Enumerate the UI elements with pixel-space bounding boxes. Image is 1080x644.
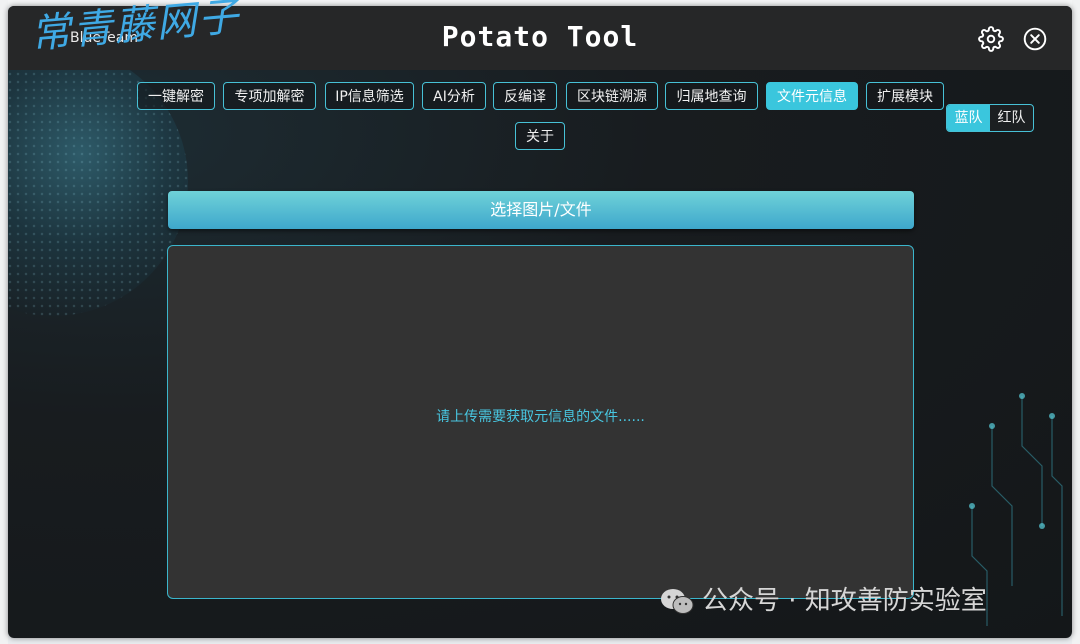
tab-ip-filter[interactable]: IP信息筛选 bbox=[325, 82, 414, 110]
tab-about[interactable]: 关于 bbox=[515, 122, 565, 150]
blue-team-button[interactable]: 蓝队 bbox=[947, 105, 990, 131]
team-toggle: 蓝队 红队 bbox=[946, 104, 1034, 132]
tab-one-click-decrypt[interactable]: 一键解密 bbox=[137, 82, 215, 110]
tab-special-crypto[interactable]: 专项加解密 bbox=[223, 82, 316, 110]
tab-blockchain-trace[interactable]: 区块链溯源 bbox=[566, 82, 658, 110]
tab-decompile[interactable]: 反编译 bbox=[493, 82, 557, 110]
upload-hint: 请上传需要获取元信息的文件...... bbox=[436, 409, 645, 425]
red-team-button[interactable]: 红队 bbox=[990, 105, 1033, 131]
watermark-bottom-text: 公众号 · 知攻善防实验室 bbox=[702, 586, 987, 616]
close-icon[interactable] bbox=[1022, 26, 1048, 52]
desktop-background-left bbox=[0, 0, 8, 644]
tab-extensions[interactable]: 扩展模块 bbox=[866, 82, 944, 110]
tab-location-lookup[interactable]: 归属地查询 bbox=[665, 82, 758, 110]
tab-ai-analysis[interactable]: AI分析 bbox=[422, 82, 486, 110]
watermark-bottom: 公众号 · 知攻善防实验室 bbox=[660, 584, 987, 618]
select-file-button[interactable]: 选择图片/文件 bbox=[168, 191, 914, 229]
tab-file-metadata[interactable]: 文件元信息 bbox=[766, 82, 858, 110]
gear-icon[interactable] bbox=[978, 26, 1004, 52]
app-window: BlueTeam Potato Tool 一键解密 专项加解密 IP信息筛选 A… bbox=[8, 6, 1072, 638]
wechat-icon bbox=[660, 588, 694, 616]
metadata-output-panel: 请上传需要获取元信息的文件...... bbox=[167, 245, 914, 599]
desktop-background-right bbox=[1072, 0, 1080, 644]
